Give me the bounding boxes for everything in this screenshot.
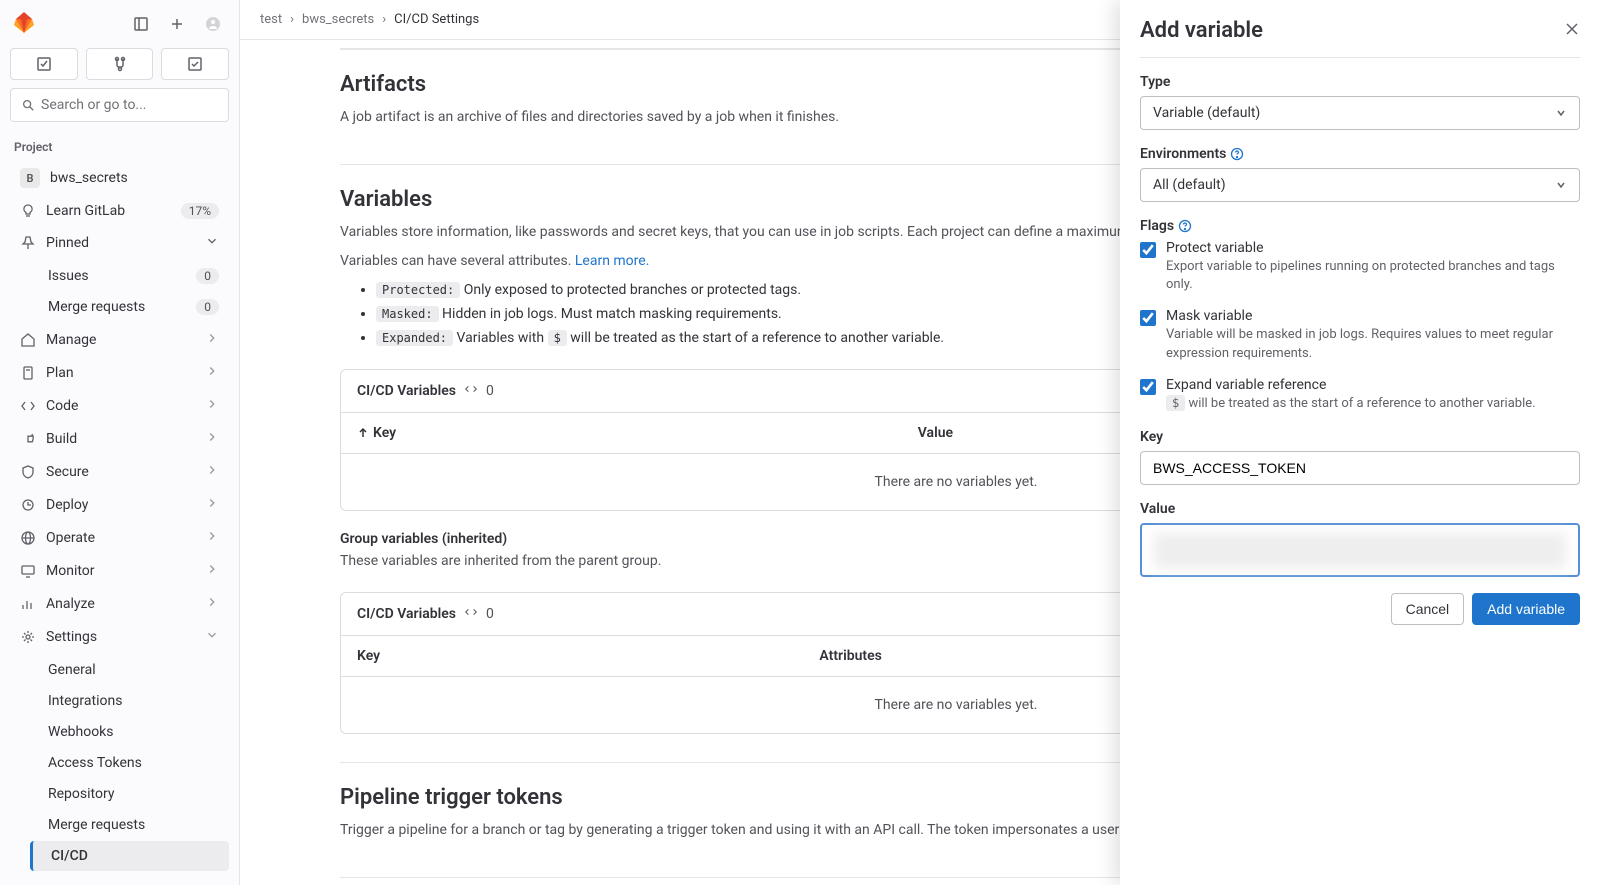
help-icon[interactable] xyxy=(1230,147,1244,161)
env-label: Environments xyxy=(1140,146,1580,162)
card-count: 0 xyxy=(486,383,494,399)
clipboard-icon xyxy=(20,365,36,381)
settings-repository[interactable]: Repository xyxy=(30,779,229,809)
sidebar-item-analyze[interactable]: Analyze xyxy=(10,588,229,620)
sidebar-quick-btn-1[interactable] xyxy=(10,48,78,80)
settings-access-tokens[interactable]: Access Tokens xyxy=(30,748,229,778)
settings-cicd[interactable]: CI/CD xyxy=(30,841,229,871)
settings-webhooks[interactable]: Webhooks xyxy=(30,717,229,747)
add-variable-button[interactable]: Add variable xyxy=(1472,593,1580,625)
mr-count-badge: 0 xyxy=(196,299,219,315)
crumb-root[interactable]: test xyxy=(260,12,282,27)
env-select[interactable]: All (default) xyxy=(1140,168,1580,202)
sidebar-learn-gitlab[interactable]: Learn GitLab 17% xyxy=(10,196,229,226)
col-key-2[interactable]: Key xyxy=(357,648,380,664)
gitlab-logo-icon[interactable] xyxy=(12,10,36,38)
settings-integrations[interactable]: Integrations xyxy=(30,686,229,716)
cancel-button[interactable]: Cancel xyxy=(1391,593,1465,625)
protect-checkbox[interactable] xyxy=(1140,242,1156,258)
chevron-down-icon xyxy=(205,628,219,646)
sidebar: Search or go to... Project B bws_secrets… xyxy=(0,0,240,885)
type-label: Type xyxy=(1140,74,1580,90)
crumb-project[interactable]: bws_secrets xyxy=(302,12,374,27)
bulb-icon xyxy=(20,203,36,219)
sidebar-item-deploy[interactable]: Deploy xyxy=(10,489,229,521)
sidebar-project-item[interactable]: B bws_secrets xyxy=(10,161,229,195)
code-icon xyxy=(464,605,478,623)
sidebar-item-monitor[interactable]: Monitor xyxy=(10,555,229,587)
sidebar-pinned-mr[interactable]: Merge requests 0 xyxy=(30,292,229,322)
code-icon xyxy=(20,398,36,414)
search-input[interactable]: Search or go to... xyxy=(10,88,229,122)
settings-merge-requests[interactable]: Merge requests xyxy=(30,810,229,840)
card-title: CI/CD Variables xyxy=(357,383,456,399)
chart-icon xyxy=(20,596,36,612)
settings-general[interactable]: General xyxy=(30,655,229,685)
type-select[interactable]: Variable (default) xyxy=(1140,96,1580,130)
sidebar-settings-subnav: General Integrations Webhooks Access Tok… xyxy=(0,654,239,872)
mask-checkbox[interactable] xyxy=(1140,310,1156,326)
deploy-icon xyxy=(20,497,36,513)
sidebar-main-nav: Manage Plan Code Build Secure Deploy Ope… xyxy=(0,323,239,654)
search-placeholder: Search or go to... xyxy=(41,97,147,113)
mask-title: Mask variable xyxy=(1166,308,1580,324)
monitor-icon xyxy=(20,563,36,579)
plus-icon[interactable] xyxy=(163,10,191,38)
code-icon xyxy=(464,382,478,400)
col-key[interactable]: Key xyxy=(373,425,396,441)
sidebar-item-plan[interactable]: Plan xyxy=(10,357,229,389)
sidebar-pinned-issues[interactable]: Issues 0 xyxy=(30,261,229,291)
panel-title: Add variable xyxy=(1140,18,1564,43)
col-attr[interactable]: Attributes xyxy=(819,648,881,664)
project-avatar-icon: B xyxy=(20,168,40,188)
learn-more-link[interactable]: Learn more. xyxy=(575,253,650,269)
protect-title: Protect variable xyxy=(1166,240,1580,256)
sidebar-quick-btn-3[interactable] xyxy=(161,48,229,80)
sidebar-item-manage[interactable]: Manage xyxy=(10,324,229,356)
sidebar-item-code[interactable]: Code xyxy=(10,390,229,422)
sidebar-item-build[interactable]: Build xyxy=(10,423,229,455)
avatar-icon[interactable] xyxy=(199,10,227,38)
sidebar-project-heading: Project xyxy=(0,134,239,160)
globe-icon xyxy=(20,530,36,546)
protect-sub: Export variable to pipelines running on … xyxy=(1166,258,1580,294)
sidebar-pinned[interactable]: Pinned xyxy=(10,227,229,259)
sidebar-item-operate[interactable]: Operate xyxy=(10,522,229,554)
add-variable-panel: Add variable Type Variable (default) Env… xyxy=(1120,0,1600,885)
crumb-current: CI/CD Settings xyxy=(394,12,479,27)
value-textarea[interactable] xyxy=(1140,523,1580,577)
sidebar-item-secure[interactable]: Secure xyxy=(10,456,229,488)
pin-icon xyxy=(20,235,36,251)
chevron-down-icon xyxy=(205,234,219,252)
shield-icon xyxy=(20,464,36,480)
chevron-right-icon xyxy=(205,331,219,349)
expand-title: Expand variable reference xyxy=(1166,377,1536,393)
close-button[interactable] xyxy=(1564,21,1580,41)
project-name: bws_secrets xyxy=(50,170,219,186)
rocket-icon xyxy=(20,431,36,447)
col-value[interactable]: Value xyxy=(918,425,953,441)
sidebar-item-settings[interactable]: Settings xyxy=(10,621,229,653)
value-field-label: Value xyxy=(1140,501,1580,517)
panel-toggle-icon[interactable] xyxy=(127,10,155,38)
expand-checkbox[interactable] xyxy=(1140,379,1156,395)
expand-sub: $ will be treated as the start of a refe… xyxy=(1166,395,1536,413)
sidebar-quick-btn-2[interactable] xyxy=(86,48,154,80)
flags-label: Flags xyxy=(1140,218,1580,234)
help-icon[interactable] xyxy=(1178,219,1192,233)
gear-icon xyxy=(20,629,36,645)
issues-count-badge: 0 xyxy=(196,268,219,284)
key-input[interactable] xyxy=(1140,451,1580,485)
key-field-label: Key xyxy=(1140,429,1580,445)
learn-progress-badge: 17% xyxy=(181,203,219,219)
home-icon xyxy=(20,332,36,348)
mask-sub: Variable will be masked in job logs. Req… xyxy=(1166,326,1580,362)
